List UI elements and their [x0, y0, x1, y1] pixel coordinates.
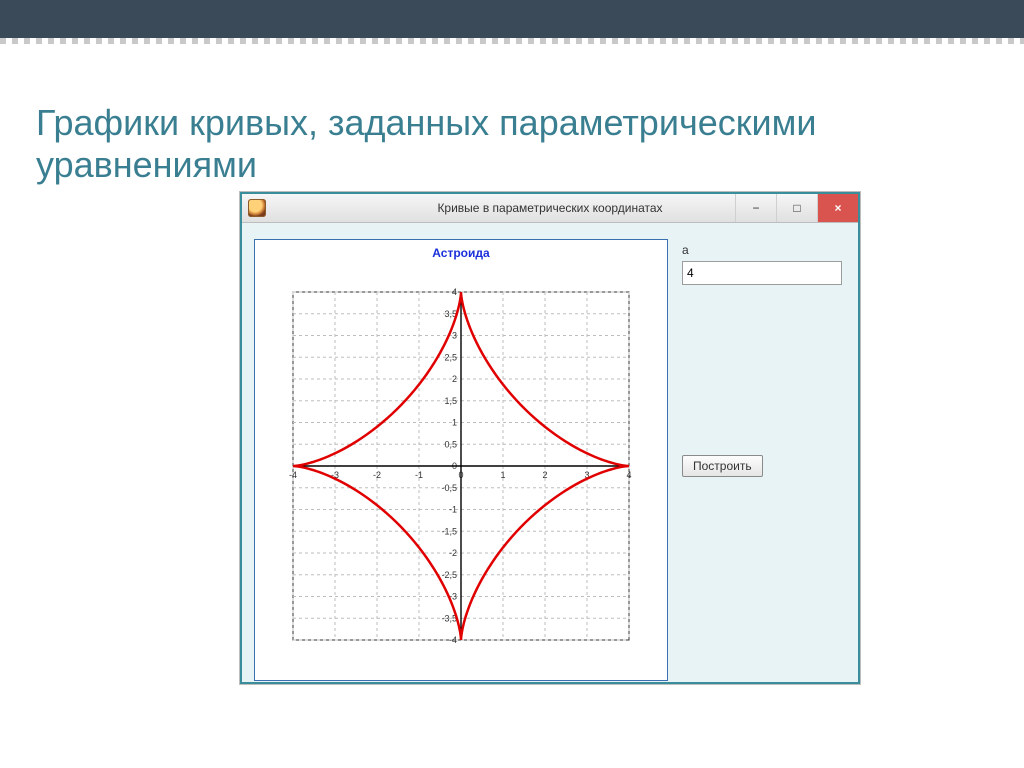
- svg-text:3: 3: [452, 331, 457, 341]
- svg-text:-0,5: -0,5: [441, 483, 457, 493]
- svg-text:1: 1: [500, 470, 505, 480]
- a-label: a: [682, 243, 842, 257]
- window-titlebar[interactable]: Кривые в параметрических координатах − □…: [242, 194, 858, 223]
- control-panel: a Построить: [682, 243, 842, 477]
- svg-text:-1,5: -1,5: [441, 526, 457, 536]
- svg-text:-1: -1: [449, 505, 457, 515]
- build-button[interactable]: Построить: [682, 455, 763, 477]
- svg-text:4: 4: [452, 287, 457, 297]
- svg-text:-2: -2: [449, 548, 457, 558]
- astroid-plot: -4-3-2-101234-4-3,5-3-2,5-2-1,5-1-0,500,…: [265, 264, 657, 668]
- svg-text:1: 1: [452, 418, 457, 428]
- maximize-button[interactable]: □: [776, 194, 817, 222]
- app-icon: [248, 199, 266, 217]
- close-button[interactable]: ×: [817, 194, 858, 222]
- a-input[interactable]: [682, 261, 842, 285]
- svg-text:2,5: 2,5: [444, 352, 457, 362]
- plot-panel: Астроида -4-3-2-101234-4-3,5-3-2,5-2-1,5…: [254, 239, 668, 681]
- plot-title: Астроида: [255, 246, 667, 260]
- minimize-button[interactable]: −: [735, 194, 776, 222]
- slide-top-band: [0, 0, 1024, 40]
- svg-text:2: 2: [452, 374, 457, 384]
- svg-text:-1: -1: [415, 470, 423, 480]
- svg-text:-2,5: -2,5: [441, 570, 457, 580]
- svg-text:1,5: 1,5: [444, 396, 457, 406]
- svg-text:-4: -4: [449, 635, 457, 645]
- window-client-area: Астроида -4-3-2-101234-4-3,5-3-2,5-2-1,5…: [242, 223, 858, 683]
- slide-title: Графики кривых, заданных параметрическим…: [36, 102, 936, 185]
- window-control-group: − □ ×: [735, 194, 858, 222]
- svg-text:-2: -2: [373, 470, 381, 480]
- svg-text:2: 2: [542, 470, 547, 480]
- svg-text:4: 4: [626, 470, 631, 480]
- svg-text:0,5: 0,5: [444, 439, 457, 449]
- app-window: Кривые в параметрических координатах − □…: [240, 192, 860, 684]
- svg-text:-4: -4: [289, 470, 297, 480]
